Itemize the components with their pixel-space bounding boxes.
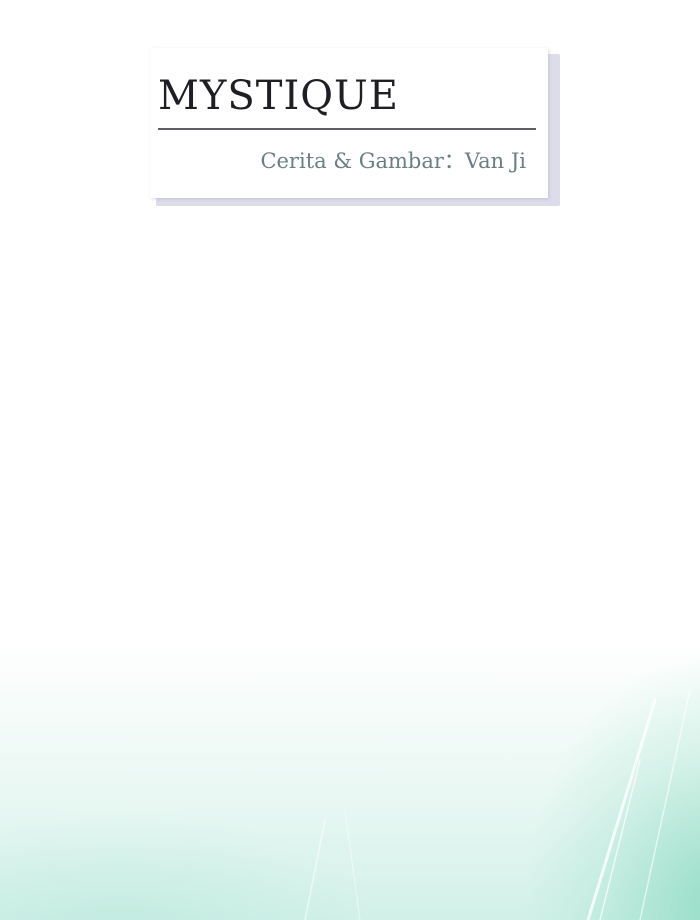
comic-title: MYSTIQUE: [158, 73, 399, 119]
title-card-face: MYSTIQUE Cerita & Gambar：Van Ji: [150, 48, 548, 198]
title-divider: [158, 128, 536, 130]
title-card: MYSTIQUE Cerita & Gambar：Van Ji: [150, 48, 560, 206]
comic-page: MYSTIQUE Cerita & Gambar：Van Ji: [0, 0, 700, 920]
author-credit: Cerita & Gambar：Van Ji: [260, 149, 526, 173]
